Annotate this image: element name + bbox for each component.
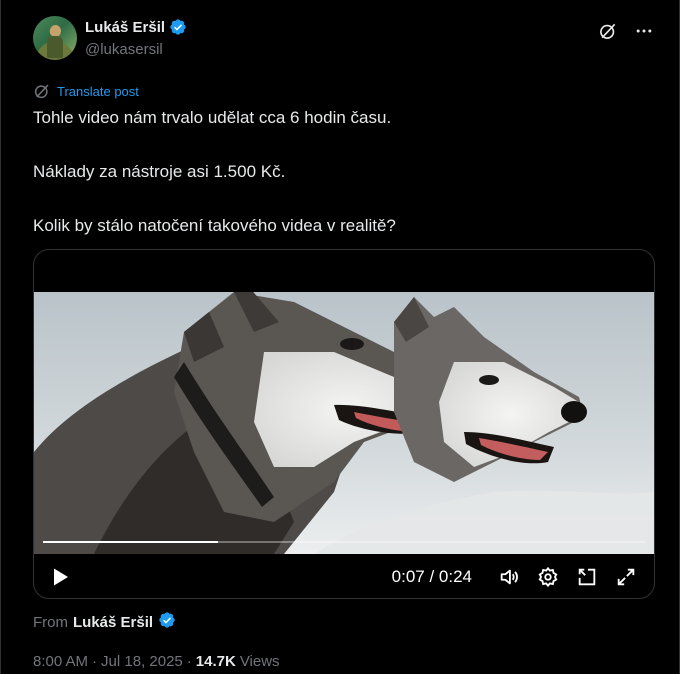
views-count: 14.7K xyxy=(195,653,236,670)
views-label: Views xyxy=(239,653,280,670)
author-name[interactable]: Lukáš Eršil xyxy=(85,19,165,36)
picture-in-picture-icon[interactable] xyxy=(573,563,601,591)
video-attribution: From Lukáš Eršil xyxy=(33,611,176,633)
play-icon[interactable] xyxy=(48,565,72,589)
translate-post-link[interactable]: Translate post xyxy=(33,82,139,100)
video-frame[interactable] xyxy=(34,292,654,554)
video-time: 0:07 / 0:24 xyxy=(391,567,472,586)
post-paragraph: Tohle video nám trvalo udělat cca 6 hodi… xyxy=(33,108,392,127)
author-handle[interactable]: @lukasersil xyxy=(85,41,163,58)
verified-badge-icon[interactable] xyxy=(169,18,187,36)
video-progress-bar[interactable] xyxy=(43,541,646,543)
post-actions-top xyxy=(597,20,655,42)
video-progress-fill xyxy=(43,541,218,543)
post-paragraph: Náklady za nástroje asi 1.500 Kč. xyxy=(33,162,286,181)
post-container: Lukáš Eršil @lukasersil Translate post T… xyxy=(0,0,680,674)
from-author-name[interactable]: Lukáš Eršil xyxy=(73,614,153,631)
post-text: Tohle video nám trvalo udělat cca 6 hodi… xyxy=(33,107,653,237)
post-date[interactable]: Jul 18, 2025 xyxy=(101,653,183,670)
meta-separator: · xyxy=(92,653,98,670)
post-time[interactable]: 8:00 AM xyxy=(33,653,88,670)
translate-label[interactable]: Translate post xyxy=(57,84,139,99)
more-icon[interactable] xyxy=(633,20,655,42)
avatar-body xyxy=(47,36,63,58)
post-meta: 8:00 AM · Jul 18, 2025 · 14.7K Views xyxy=(33,653,280,670)
settings-icon[interactable] xyxy=(534,563,562,591)
author-name-row: Lukáš Eršil xyxy=(85,18,187,36)
verified-badge-icon xyxy=(158,611,176,633)
post-paragraph: Kolik by stálo natočení takového videa v… xyxy=(33,216,396,235)
avatar[interactable] xyxy=(33,16,77,60)
fullscreen-icon[interactable] xyxy=(612,563,640,591)
from-label: From xyxy=(33,613,68,631)
video-controls: 0:07 / 0:24 xyxy=(34,555,654,598)
volume-icon[interactable] xyxy=(495,563,523,591)
grok-icon[interactable] xyxy=(597,20,619,42)
translate-icon xyxy=(34,84,49,99)
meta-separator: · xyxy=(186,653,192,670)
video-player[interactable]: 0:07 / 0:24 xyxy=(33,249,655,599)
